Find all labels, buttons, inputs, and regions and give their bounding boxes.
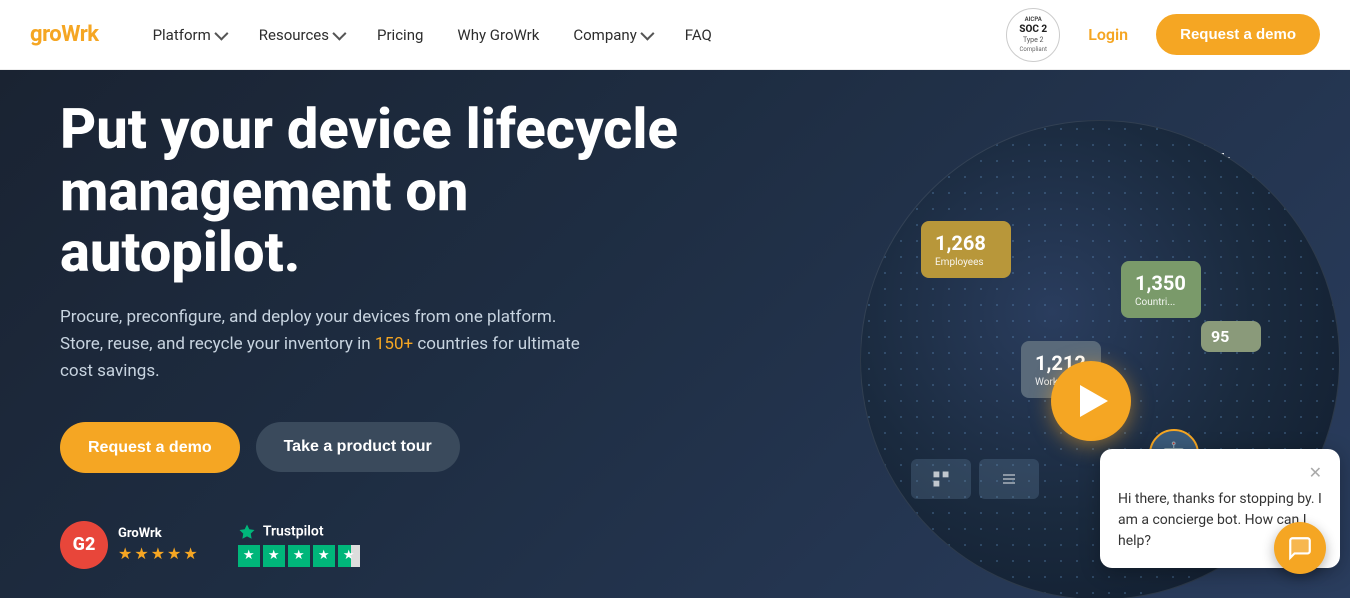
hero-product-tour-button[interactable]: Take a product tour [256,422,460,472]
hero-content: Put your device lifecycle management on … [60,99,700,569]
toolbar-item-1 [911,459,971,499]
trustpilot-badge: Trustpilot ★ ★ ★ ★ ★ [238,523,360,567]
star-1: ★ [118,544,132,563]
countries-label: Countri... [1135,297,1175,308]
nav-item-resources[interactable]: Resources [245,18,357,52]
chevron-down-icon [332,26,346,40]
employees-number: 1,268 [935,231,997,255]
play-button[interactable] [1051,361,1131,441]
nav-right: AICPA SOC 2 Type 2 Compliant Login Reque… [1006,8,1320,62]
nav-item-platform[interactable]: Platform [139,18,239,52]
hero-title: Put your device lifecycle management on … [60,99,700,284]
trustpilot-stars: ★ ★ ★ ★ ★ [238,545,360,567]
soc-type2: Type 2 [1023,36,1044,45]
star-5: ★ [183,544,197,563]
soc-badge: AICPA SOC 2 Type 2 Compliant [1006,8,1060,62]
tp-star-4: ★ [313,545,335,567]
logo-text-rk: rk [80,22,99,47]
nav-links: Platform Resources Pricing Why GroWrk Co… [139,18,1007,52]
stat-card-employees: 1,268 Employees [921,221,1011,278]
tp-star-3: ★ [288,545,310,567]
small-number: 95 [1211,327,1251,346]
navbar: groWrk Platform Resources Pricing Why Gr… [0,0,1350,70]
g2-logo: G2 [60,521,108,569]
g2-badge: G2 GroWrk ★ ★ ★ ★ ★ [60,521,198,569]
chat-fab-button[interactable] [1274,522,1326,574]
toolbar-item-2 [979,459,1039,499]
logo[interactable]: groWrk [30,22,99,47]
tp-star-1: ★ [238,545,260,567]
stat-card-countries: 1,350 Countri... [1121,261,1201,318]
soc-compliant: Compliant [1020,46,1047,54]
nav-request-demo-button[interactable]: Request a demo [1156,14,1320,55]
hero-request-demo-button[interactable]: Request a demo [60,422,240,473]
g2-stars: ★ ★ ★ ★ ★ [118,544,198,563]
trustpilot-label: Trustpilot [238,523,360,541]
g2-company-name: GroWrk [118,526,198,541]
stat-card-small: 95 [1201,321,1261,352]
star-2: ★ [134,544,148,563]
chevron-down-icon [640,26,654,40]
login-button[interactable]: Login [1076,17,1140,52]
chat-fab-icon [1287,535,1313,561]
badges-row: G2 GroWrk ★ ★ ★ ★ ★ Trustpilot [60,521,700,569]
hero-highlight: 150+ [375,334,413,354]
soc-type: SOC 2 [1019,23,1047,36]
hero-buttons: Request a demo Take a product tour [60,422,700,473]
countries-number: 1,350 [1135,271,1187,295]
nav-item-pricing[interactable]: Pricing [363,18,437,52]
star-3: ★ [151,544,165,563]
nav-item-faq[interactable]: FAQ [671,18,726,52]
chat-close-button[interactable]: ✕ [1309,465,1322,481]
nav-item-company[interactable]: Company [559,18,664,52]
toolbar-visual [911,459,1039,499]
star-4: ★ [167,544,181,563]
tp-star-5-half: ★ [338,545,360,567]
chat-header: ✕ [1118,465,1322,481]
hero-section: Put your device lifecycle management on … [0,70,1350,598]
tp-star-2: ★ [263,545,285,567]
logo-text-gro: gro [30,22,61,47]
logo-text-w: W [61,22,80,47]
nav-item-why-growrk[interactable]: Why GroWrk [443,18,553,52]
chevron-down-icon [214,26,228,40]
hero-subtitle: Procure, preconfigure, and deploy your d… [60,304,600,386]
play-icon [1080,385,1108,417]
employees-label: Employees [935,257,984,268]
soc-aicpa: AICPA [1025,16,1042,24]
